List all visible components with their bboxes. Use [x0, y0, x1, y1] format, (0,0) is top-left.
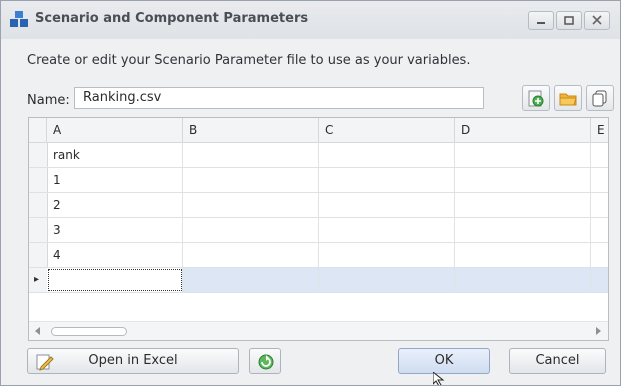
maximize-icon — [564, 16, 574, 25]
table-row: 3 — [29, 218, 608, 243]
pencil-icon — [36, 354, 54, 371]
cell-c5[interactable] — [319, 243, 455, 267]
cell-b3[interactable] — [183, 193, 319, 217]
cell-c1[interactable] — [319, 143, 455, 167]
cell-a4[interactable]: 3 — [47, 218, 183, 242]
new-file-button[interactable] — [522, 85, 550, 111]
row-header[interactable] — [29, 218, 48, 242]
parameter-grid[interactable]: A B C D E rank 1 2 3 4 ▸ — [28, 117, 609, 341]
row-header[interactable] — [29, 168, 48, 192]
cell-e5[interactable] — [591, 243, 608, 267]
cell-c4[interactable] — [319, 218, 455, 242]
cell-a5[interactable]: 4 — [47, 243, 183, 267]
cell-d4[interactable] — [455, 218, 591, 242]
table-row: 1 — [29, 168, 608, 193]
cell-d3[interactable] — [455, 193, 591, 217]
open-in-excel-label: Open in Excel — [88, 353, 178, 368]
column-header-c[interactable]: C — [319, 118, 455, 142]
row-header[interactable] — [29, 243, 48, 267]
cell-d6[interactable] — [455, 268, 591, 292]
cell-e2[interactable] — [591, 168, 608, 192]
mouse-cursor-icon — [433, 372, 445, 385]
scrollbar-thumb[interactable] — [51, 327, 127, 336]
cancel-button[interactable]: Cancel — [509, 348, 606, 374]
minimize-icon — [537, 22, 545, 24]
copy-button[interactable] — [586, 85, 614, 111]
active-row-indicator: ▸ — [34, 274, 40, 285]
window-title: Scenario and Component Parameters — [35, 11, 309, 26]
cell-c6[interactable] — [319, 268, 455, 292]
cell-a6[interactable] — [47, 268, 183, 292]
cell-e3[interactable] — [591, 193, 608, 217]
row-header[interactable]: ▸ — [29, 268, 48, 292]
cell-c3[interactable] — [319, 193, 455, 217]
table-row-new: ▸ — [29, 268, 608, 293]
cell-a2[interactable]: 1 — [47, 168, 183, 192]
cubes-icon — [10, 11, 28, 27]
refresh-icon — [258, 354, 274, 370]
table-row: rank — [29, 143, 608, 168]
close-button[interactable] — [584, 11, 610, 30]
row-header[interactable] — [29, 193, 48, 217]
cell-d2[interactable] — [455, 168, 591, 192]
new-file-icon — [528, 90, 544, 107]
file-name-input[interactable]: Ranking.csv — [74, 87, 484, 109]
grid-header: A B C D E — [29, 118, 608, 143]
open-in-excel-button[interactable]: Open in Excel — [27, 348, 239, 374]
name-label: Name: — [27, 93, 70, 108]
row-header[interactable] — [29, 143, 48, 167]
scenario-parameters-dialog: Scenario and Component Parameters Create… — [0, 0, 621, 386]
column-header-d[interactable]: D — [455, 118, 591, 142]
cell-e6[interactable] — [591, 268, 608, 292]
title-bar[interactable]: Scenario and Component Parameters — [1, 1, 620, 39]
column-header-e[interactable]: E — [591, 118, 608, 142]
grid-corner — [29, 118, 47, 142]
column-header-a[interactable]: A — [47, 118, 183, 142]
cell-b1[interactable] — [183, 143, 319, 167]
folder-icon — [559, 93, 577, 106]
cell-a3[interactable]: 2 — [47, 193, 183, 217]
table-row: 2 — [29, 193, 608, 218]
column-header-b[interactable]: B — [183, 118, 319, 142]
minimize-button[interactable] — [528, 11, 554, 30]
copy-icon — [592, 90, 607, 107]
table-row: 4 — [29, 243, 608, 268]
cell-b2[interactable] — [183, 168, 319, 192]
cell-d5[interactable] — [455, 243, 591, 267]
cell-d1[interactable] — [455, 143, 591, 167]
cell-e1[interactable] — [591, 143, 608, 167]
horizontal-scrollbar[interactable] — [29, 321, 608, 340]
maximize-button[interactable] — [556, 11, 582, 30]
cell-b6[interactable] — [183, 268, 319, 292]
close-icon — [592, 15, 602, 25]
cell-e4[interactable] — [591, 218, 608, 242]
refresh-button[interactable] — [249, 348, 281, 374]
cell-c2[interactable] — [319, 168, 455, 192]
cell-b5[interactable] — [183, 243, 319, 267]
scroll-left-icon[interactable] — [35, 327, 41, 335]
scroll-right-icon[interactable] — [596, 327, 602, 335]
cell-b4[interactable] — [183, 218, 319, 242]
dialog-description: Create or edit your Scenario Parameter f… — [27, 53, 471, 68]
open-folder-button[interactable] — [554, 85, 582, 111]
cell-a1[interactable]: rank — [47, 143, 183, 167]
ok-button[interactable]: OK — [398, 348, 490, 374]
